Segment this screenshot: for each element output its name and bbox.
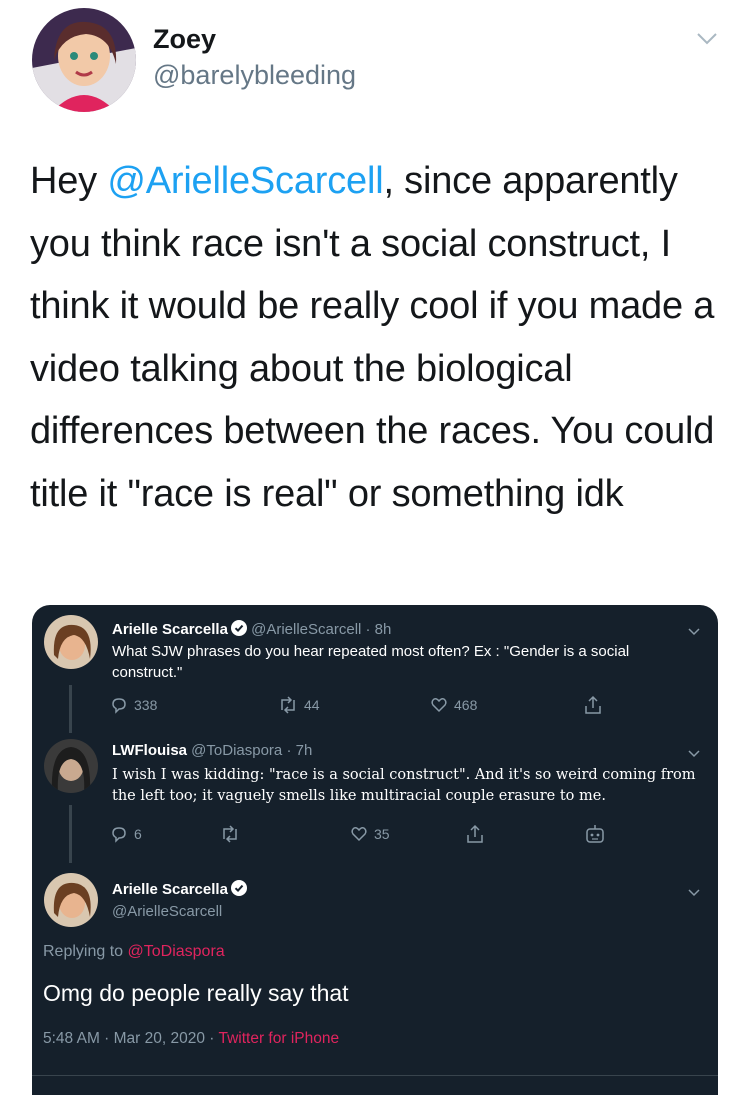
retweet-count: 44: [304, 697, 320, 713]
share-icon: [467, 824, 483, 843]
retweet-button[interactable]: [220, 825, 240, 843]
author-name: Arielle Scarcella: [112, 621, 228, 638]
verified-badge-icon: [230, 880, 247, 900]
verified-badge-icon: [230, 620, 247, 640]
timestamp[interactable]: 5:48 AM · Mar 20, 2020 ·: [43, 1030, 218, 1047]
like-count: 35: [374, 826, 390, 842]
thread-line: [69, 685, 72, 733]
avatar[interactable]: [44, 873, 98, 927]
like-button[interactable]: 35: [350, 825, 390, 843]
chevron-down-icon[interactable]: [688, 884, 700, 902]
share-button[interactable]: [466, 824, 484, 844]
tweet2-text: I wish I was kidding: "race is a social …: [112, 767, 696, 804]
chevron-down-icon[interactable]: [688, 623, 700, 641]
replying-prefix: Replying to: [43, 943, 128, 960]
tweet2-author[interactable]: LWFlouisa @ToDiaspora · 7h: [112, 742, 312, 759]
display-name[interactable]: Zoey: [153, 24, 216, 55]
handle-time: @ToDiaspora · 7h: [191, 742, 313, 759]
reply-button[interactable]: 338: [110, 696, 157, 714]
retweet-icon: [223, 825, 237, 843]
like-button[interactable]: 468: [430, 696, 477, 714]
heart-icon: [351, 827, 367, 842]
replying-to-link[interactable]: @ToDiaspora: [128, 943, 225, 960]
user-handle[interactable]: @barelybleeding: [153, 60, 356, 91]
heart-icon: [431, 698, 447, 713]
retweet-button[interactable]: 44: [278, 696, 320, 714]
tweet3-text: Omg do people really say that: [43, 980, 349, 1006]
reply-button[interactable]: 6: [110, 825, 142, 843]
reply-icon: [112, 827, 126, 843]
source-link[interactable]: Twitter for iPhone: [218, 1030, 339, 1047]
reply-count: 338: [134, 697, 158, 713]
thread-line: [69, 805, 72, 863]
tweet3-author[interactable]: Arielle Scarcella: [112, 880, 247, 900]
like-count: 468: [454, 697, 478, 713]
tweet-text-before: Hey: [30, 160, 108, 202]
tweet-text-after: , since apparently you think race isn't …: [30, 160, 715, 515]
mention-link[interactable]: @ArielleScarcell: [107, 160, 383, 202]
tweet1-author[interactable]: Arielle Scarcella @ArielleScarcell · 8h: [112, 620, 391, 640]
share-icon: [585, 695, 601, 714]
chevron-down-icon[interactable]: [696, 32, 718, 51]
tweet1-text: What SJW phrases do you hear repeated mo…: [112, 643, 630, 681]
avatar[interactable]: [44, 739, 98, 793]
embedded-screenshot: Arielle Scarcella @ArielleScarcell · 8h …: [32, 605, 718, 1095]
replying-to-line: Replying to @ToDiaspora: [43, 941, 225, 962]
reply-icon: [112, 698, 126, 714]
divider: [32, 1075, 718, 1076]
avatar[interactable]: [44, 615, 98, 669]
reply-count: 6: [134, 826, 142, 842]
author-name: LWFlouisa: [112, 742, 187, 759]
bot-icon[interactable]: [584, 823, 606, 845]
timestamp-line: 5:48 AM · Mar 20, 2020 · Twitter for iPh…: [43, 1028, 339, 1049]
tweet-text: Hey @ArielleScarcell, since apparently y…: [30, 150, 720, 525]
handle-time: @ArielleScarcell · 8h: [251, 621, 392, 638]
author-name: Arielle Scarcella: [112, 881, 228, 898]
share-button[interactable]: [584, 695, 602, 715]
avatar[interactable]: [32, 8, 136, 112]
chevron-down-icon[interactable]: [688, 745, 700, 763]
tweet3-handle[interactable]: @ArielleScarcell: [112, 901, 222, 922]
retweet-icon: [281, 696, 295, 714]
